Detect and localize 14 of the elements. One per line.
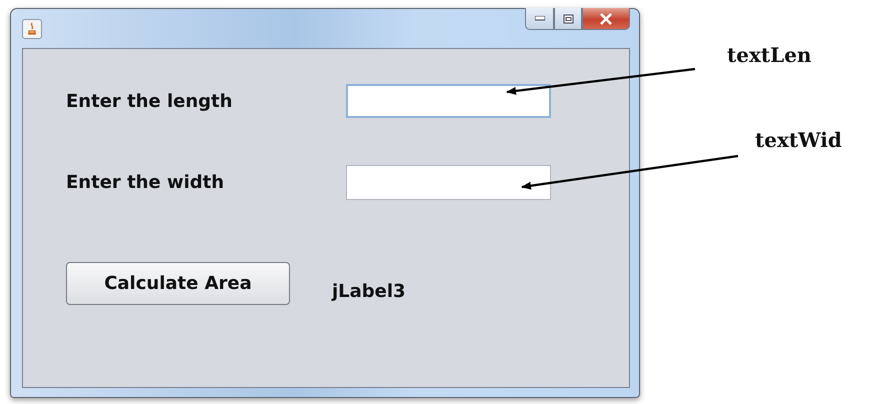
calculate-button[interactable]: Calculate Area [66,262,290,304]
result-label: jLabel3 [332,280,407,302]
text-field[interactable] [346,164,551,200]
annotation-label: textWid [755,128,842,152]
close-button[interactable] [582,8,630,30]
maximize-button[interactable] [554,8,582,30]
minimize-icon [534,16,544,21]
field-label: Enter the length [66,90,234,112]
field-label: Enter the width [66,172,226,192]
close-icon [599,12,613,24]
text-field[interactable] [346,84,551,118]
maximize-icon [562,14,574,24]
annotation-label: textLen [727,43,812,67]
minimize-button[interactable] [525,8,554,30]
